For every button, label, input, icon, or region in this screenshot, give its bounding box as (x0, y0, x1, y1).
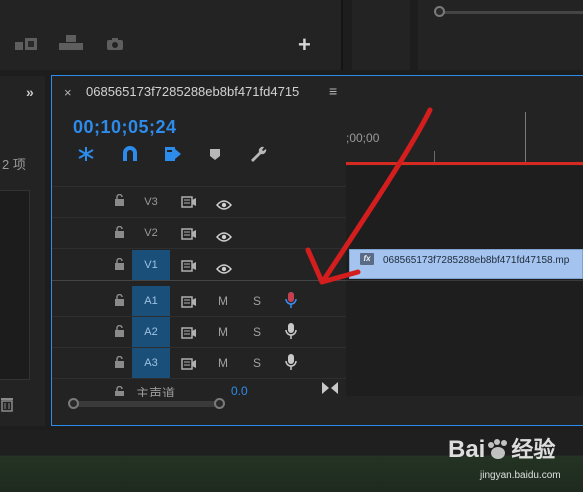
bin-icon[interactable] (14, 36, 38, 56)
items-count: 2 项 (2, 157, 26, 172)
lock-icon[interactable] (114, 293, 125, 309)
master-track-label: 主声道 (136, 386, 176, 397)
eye-icon[interactable] (216, 261, 232, 279)
sync-lock-icon[interactable] (181, 357, 197, 375)
trash-icon[interactable] (0, 396, 14, 417)
snap-magnet-icon[interactable] (121, 146, 139, 167)
row-divider (52, 347, 346, 348)
track-name-v2[interactable]: V2 (132, 218, 170, 248)
annotation-arrow (305, 107, 433, 285)
voiceover-record-mic-icon[interactable] (285, 353, 297, 376)
paw-icon (485, 438, 511, 460)
lock-icon[interactable] (114, 355, 125, 371)
lock-icon[interactable] (114, 324, 125, 340)
mute-button[interactable]: M (218, 325, 228, 339)
close-tab-icon[interactable]: × (64, 85, 72, 100)
panel-menu-icon[interactable]: ≡ (329, 83, 337, 99)
timeline-zoom-scrollbar[interactable] (73, 401, 221, 407)
lock-icon[interactable] (114, 385, 125, 399)
mute-button[interactable]: M (218, 356, 228, 370)
sync-lock-icon[interactable] (181, 326, 197, 344)
sync-lock-icon[interactable] (181, 195, 197, 213)
watermark-brand: Bai 经验 (448, 432, 555, 464)
add-marker-icon[interactable] (209, 148, 221, 166)
row-divider (52, 316, 346, 317)
eye-icon[interactable] (216, 197, 232, 215)
wrench-icon[interactable] (249, 146, 267, 167)
master-volume-value[interactable]: 0.0 (231, 384, 248, 397)
project-list-area (0, 190, 30, 380)
top-left-panel (0, 0, 343, 70)
track-name-a3[interactable]: A3 (132, 348, 170, 378)
eye-icon[interactable] (216, 229, 232, 247)
track-name-v3[interactable]: V3 (132, 187, 170, 217)
camera-icon[interactable] (106, 37, 124, 55)
expand-panel-icon[interactable]: » (26, 84, 34, 100)
linked-selection-icon[interactable] (164, 146, 182, 167)
top-scrollbar-knob[interactable] (434, 6, 445, 17)
top-mid-panel (352, 0, 410, 70)
voiceover-record-mic-icon[interactable] (285, 291, 297, 314)
track-name-v1[interactable]: V1 (132, 250, 170, 280)
row-divider (52, 378, 346, 379)
ruler-major-tick (525, 112, 526, 162)
watermark-brand-text: Bai (448, 436, 486, 463)
scrollbar-left-handle[interactable] (68, 398, 79, 409)
timecode-display[interactable]: 00;10;05;24 (73, 117, 177, 138)
track-name-a1[interactable]: A1 (132, 286, 170, 316)
watermark-brand-cn: 经验 (511, 437, 556, 462)
top-scrollbar-track (436, 11, 583, 14)
voiceover-record-mic-icon[interactable] (285, 322, 297, 345)
track-name-a2[interactable]: A2 (132, 317, 170, 347)
mute-button[interactable]: M (218, 294, 228, 308)
solo-button[interactable]: S (253, 294, 261, 308)
master-expand-icon[interactable] (321, 381, 339, 400)
lock-icon[interactable] (114, 225, 125, 241)
lock-icon[interactable] (114, 257, 125, 273)
lock-icon[interactable] (114, 193, 125, 209)
watermark-url: jingyan.baidu.com (480, 470, 561, 481)
scrollbar-right-handle[interactable] (214, 398, 225, 409)
new-item-icon[interactable] (58, 34, 84, 56)
solo-button[interactable]: S (253, 325, 261, 339)
add-button[interactable]: + (298, 32, 311, 58)
sync-lock-icon[interactable] (181, 227, 197, 245)
solo-button[interactable]: S (253, 356, 261, 370)
sync-lock-icon[interactable] (181, 259, 197, 277)
sequence-tab-title[interactable]: 068565173f7285288eb8bf471fd4715 (86, 84, 326, 99)
sync-lock-icon[interactable] (181, 295, 197, 313)
nest-toggle-icon[interactable] (77, 146, 95, 167)
